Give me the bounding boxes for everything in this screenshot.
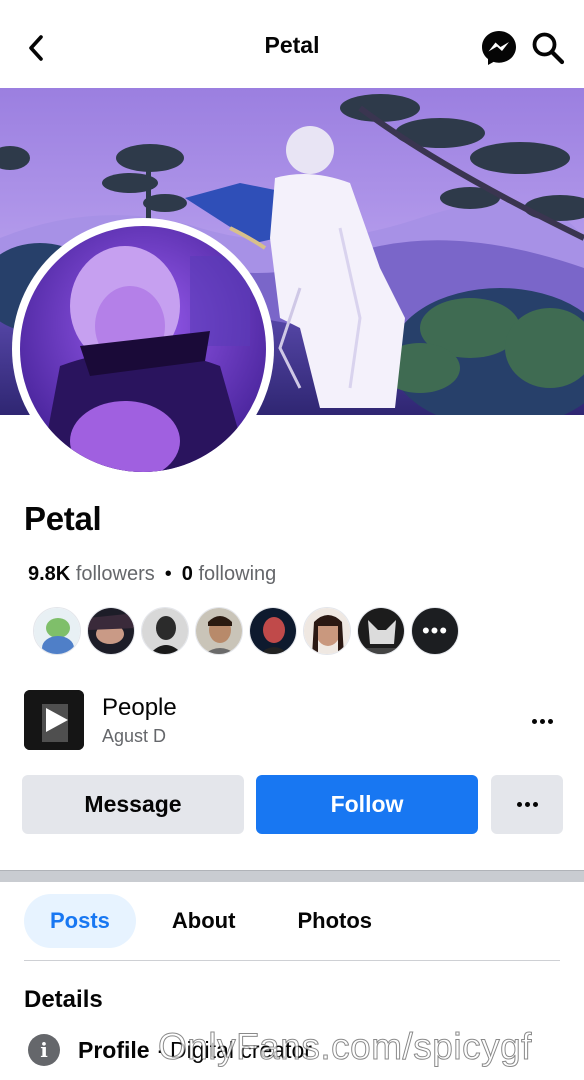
featured-music[interactable]: People Agust D xyxy=(24,690,560,752)
detail-profile-category: i Profile · Digital creator xyxy=(28,1032,312,1068)
detail-text: Profile · Digital creator xyxy=(78,1037,312,1064)
more-options-button[interactable] xyxy=(491,775,563,834)
music-thumbnail xyxy=(24,690,84,750)
more-followers-button[interactable]: ••• xyxy=(411,607,459,655)
follower-avatar[interactable] xyxy=(357,607,405,655)
tab-posts[interactable]: Posts xyxy=(24,894,136,948)
follow-button[interactable]: Follow xyxy=(256,775,478,834)
top-navigation-bar: Petal xyxy=(0,0,584,88)
search-button[interactable] xyxy=(530,30,566,66)
followers-count: 9.8K xyxy=(28,563,71,585)
follow-stats: 9.8K followers • 0 following xyxy=(28,563,276,586)
tabs-divider xyxy=(24,960,560,961)
detail-label: Profile xyxy=(78,1036,150,1063)
follower-avatar[interactable] xyxy=(87,607,135,655)
section-divider xyxy=(0,870,584,882)
detail-value: Digital creator xyxy=(170,1036,312,1063)
music-more-button[interactable] xyxy=(528,708,556,734)
messenger-button[interactable] xyxy=(480,29,518,67)
profile-name: Petal xyxy=(24,500,102,537)
music-title: People xyxy=(102,694,177,721)
follower-avatar[interactable] xyxy=(195,607,243,655)
details-heading: Details xyxy=(24,986,103,1013)
follower-avatars: ••• xyxy=(33,607,459,655)
more-dots-icon xyxy=(531,718,537,724)
more-dots-icon xyxy=(516,802,522,807)
message-button[interactable]: Message xyxy=(22,775,244,834)
messenger-icon xyxy=(482,31,516,65)
tab-photos[interactable]: Photos xyxy=(271,894,398,948)
separator-dot: • xyxy=(164,563,172,585)
follower-avatar[interactable] xyxy=(141,607,189,655)
following-label: following xyxy=(198,563,277,585)
followers-label: followers xyxy=(75,563,155,585)
follower-avatar[interactable] xyxy=(33,607,81,655)
profile-picture[interactable] xyxy=(12,218,274,480)
following-link[interactable]: 0 following xyxy=(182,563,277,585)
profile-tabs: Posts About Photos xyxy=(24,894,398,949)
more-dots-icon: ••• xyxy=(421,618,449,643)
detail-separator: · xyxy=(149,1036,171,1063)
info-icon: i xyxy=(28,1034,60,1066)
tab-about[interactable]: About xyxy=(146,894,262,948)
following-count: 0 xyxy=(181,563,193,585)
follower-avatar[interactable] xyxy=(249,607,297,655)
search-icon xyxy=(532,32,565,65)
followers-link[interactable]: 9.8K followers xyxy=(28,563,155,585)
music-artist: Agust D xyxy=(102,726,167,746)
follower-avatar[interactable] xyxy=(303,607,351,655)
